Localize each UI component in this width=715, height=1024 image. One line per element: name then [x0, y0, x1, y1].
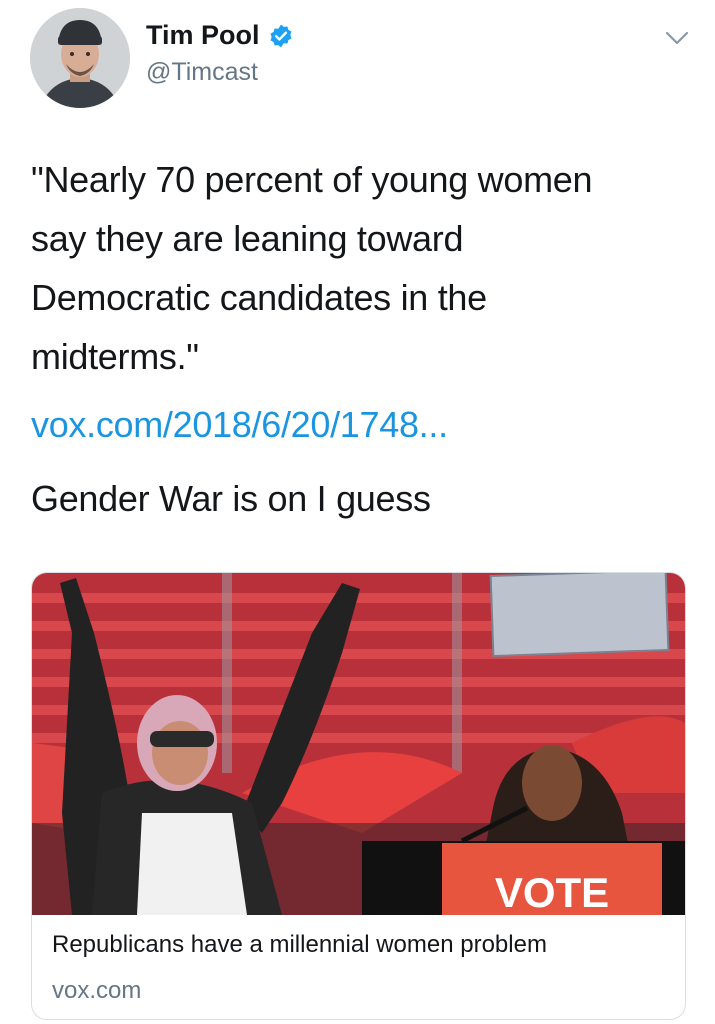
card-image[interactable]: VOTE: [32, 573, 685, 915]
tweet-quote-line: Democratic candidates in the: [31, 277, 487, 318]
author-display-name[interactable]: Tim Pool: [146, 20, 260, 51]
verified-badge-icon: [270, 24, 292, 47]
avatar-photo: [30, 8, 130, 108]
tweet-quote-line: say they are leaning toward: [31, 218, 464, 259]
link-card[interactable]: VOTE Republicans have a millennial women…: [31, 572, 686, 1020]
tweet-quote-line: "Nearly 70 percent of young women: [31, 159, 593, 200]
tweet-comment: Gender War is on I guess: [31, 478, 431, 519]
card-title[interactable]: Republicans have a millennial women prob…: [52, 931, 547, 959]
tweet-quote-line: midterms.": [31, 336, 199, 377]
author-name-row[interactable]: Tim Pool: [146, 20, 294, 51]
author-handle[interactable]: @Timcast: [146, 58, 258, 87]
chevron-down-icon[interactable]: [664, 28, 690, 48]
tweet-link[interactable]: vox.com/2018/6/20/1748...: [31, 404, 448, 446]
card-domain: vox.com: [52, 977, 142, 1004]
avatar[interactable]: [30, 8, 130, 108]
vote-sign-text: VOTE: [495, 869, 609, 915]
tweet-text: "Nearly 70 percent of young women say th…: [31, 150, 691, 386]
